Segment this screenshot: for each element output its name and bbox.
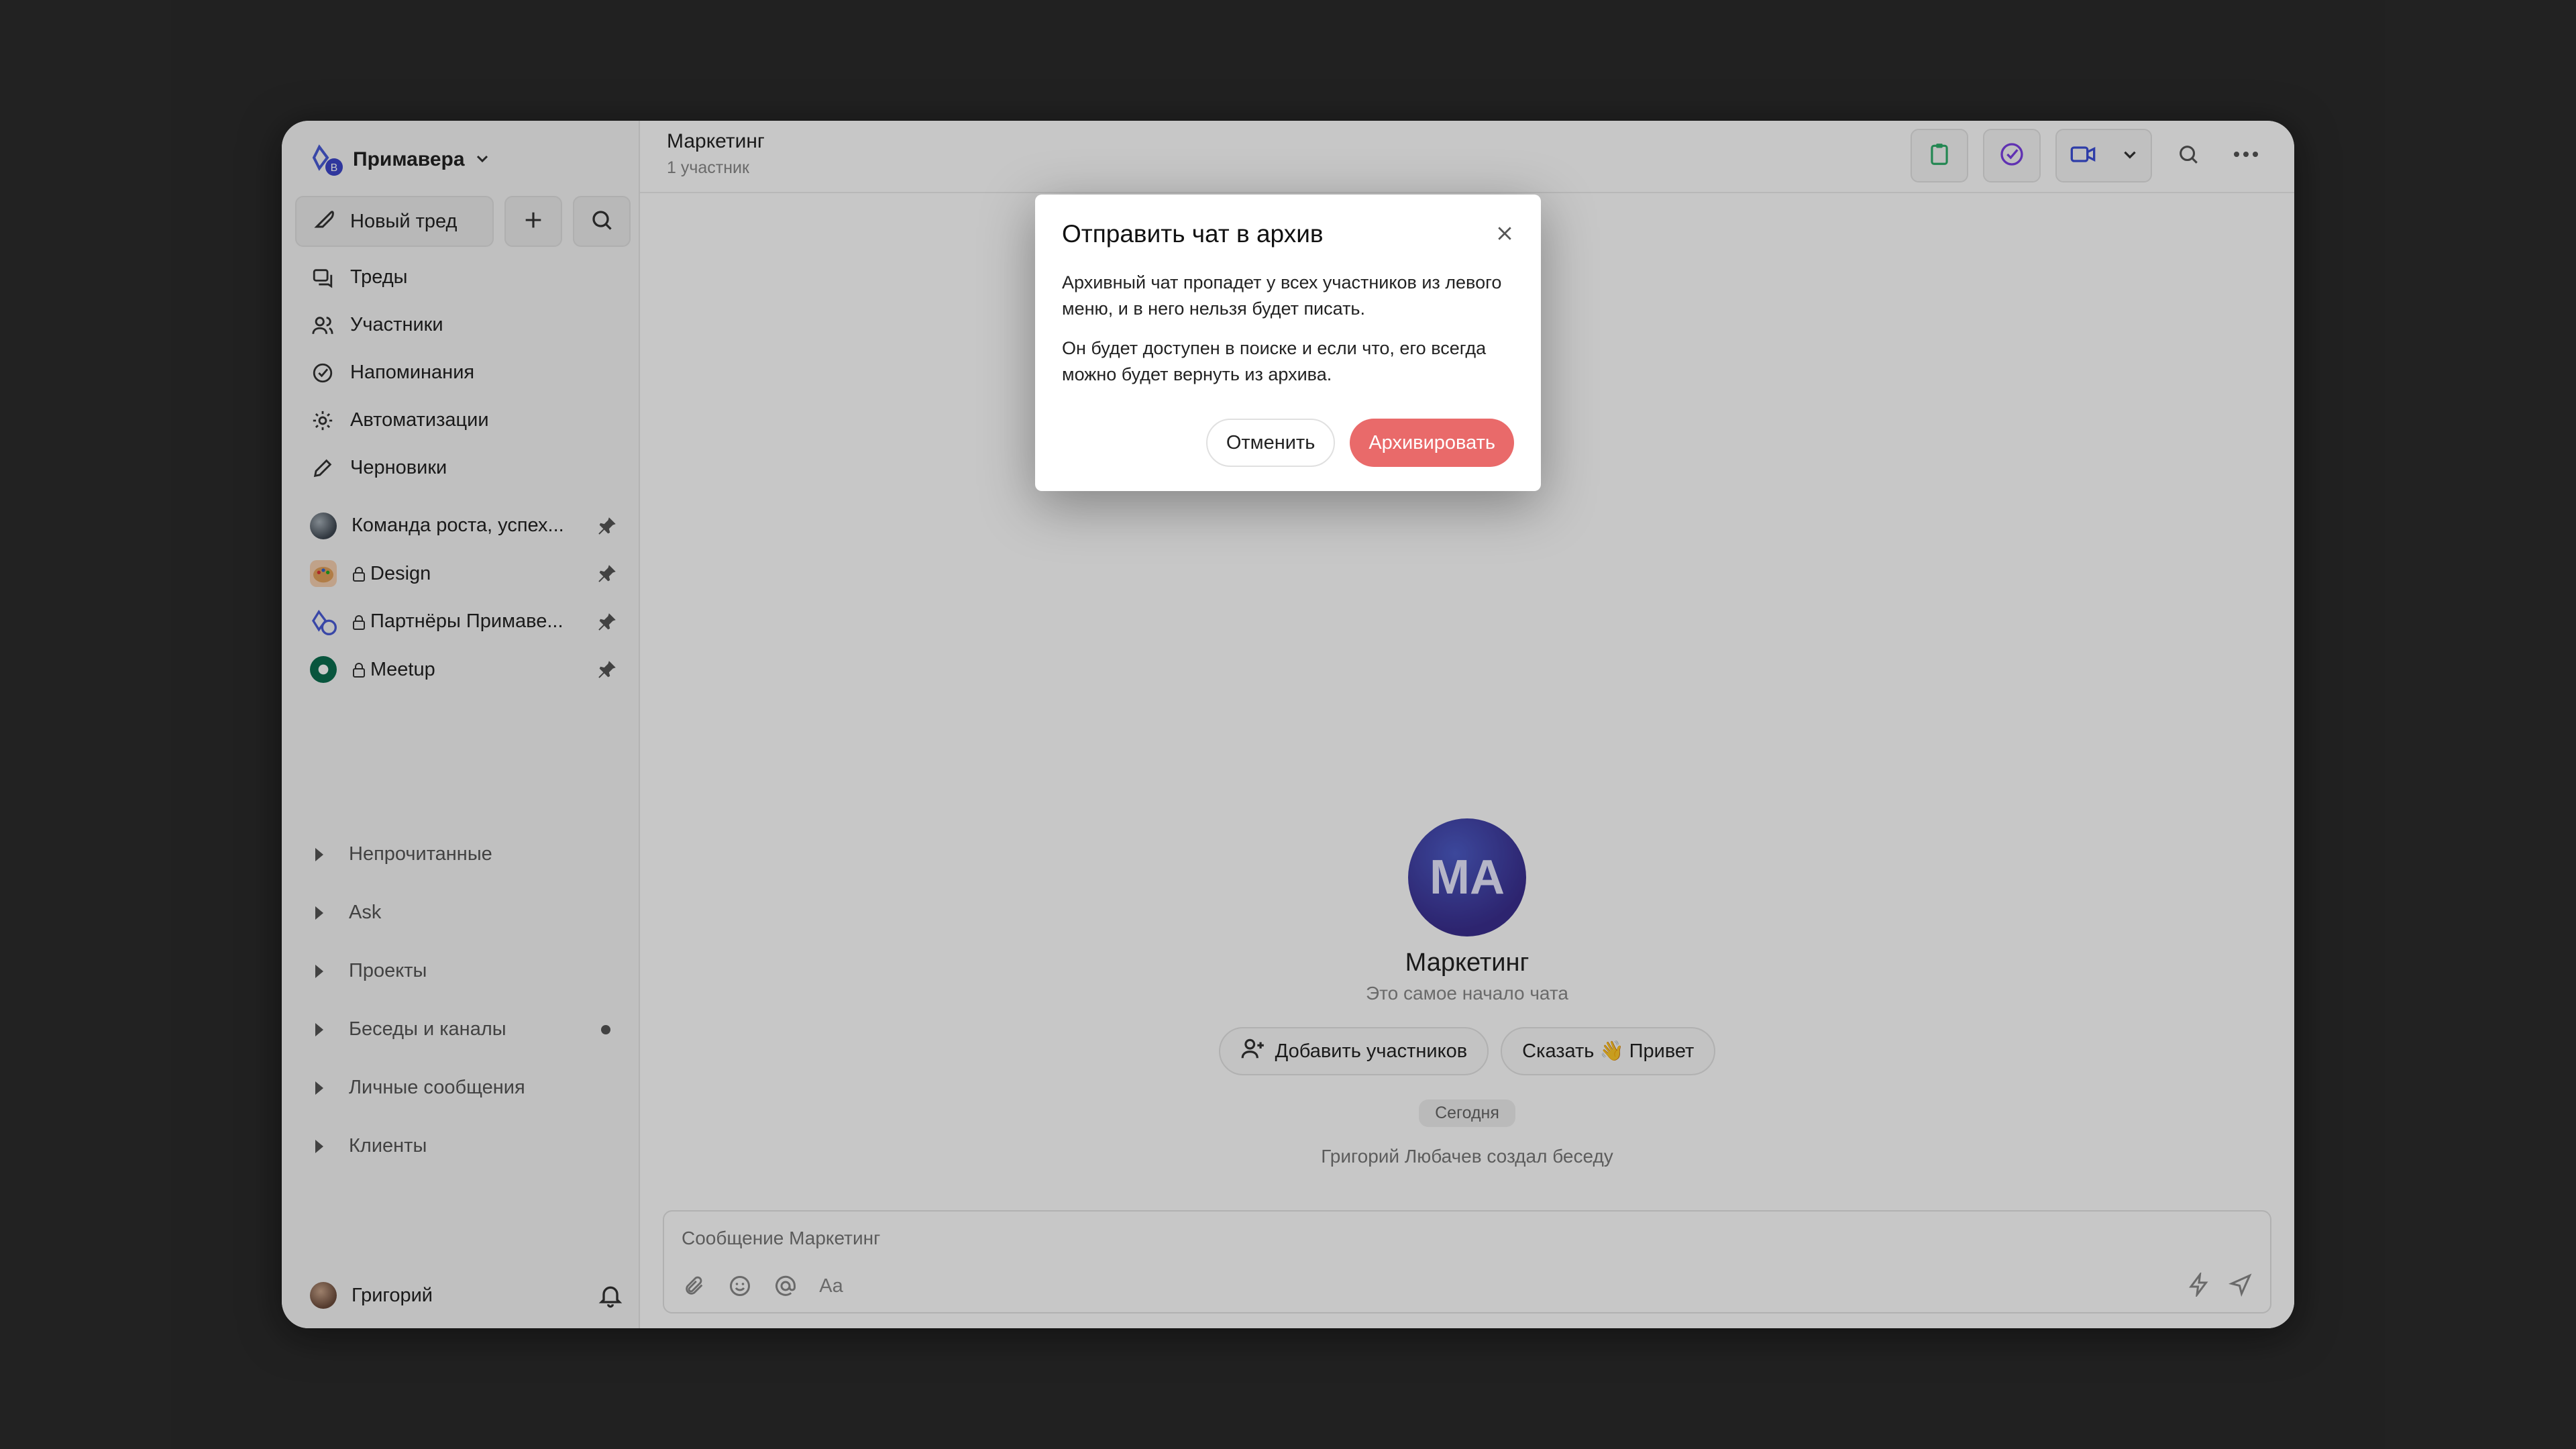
archive-chat-dialog: Отправить чат в архив Архивный чат пропа… xyxy=(1035,195,1541,491)
archive-button[interactable]: Архивировать xyxy=(1350,419,1514,467)
close-icon xyxy=(1495,223,1515,247)
cancel-button[interactable]: Отменить xyxy=(1205,419,1336,467)
dialog-text-1: Архивный чат пропадет у всех участников … xyxy=(1062,272,1502,319)
dialog-title: Отправить чат в архив xyxy=(1062,220,1324,248)
close-button[interactable] xyxy=(1493,223,1517,247)
dialog-text-2: Он будет доступен в поиске и если что, е… xyxy=(1062,338,1487,384)
